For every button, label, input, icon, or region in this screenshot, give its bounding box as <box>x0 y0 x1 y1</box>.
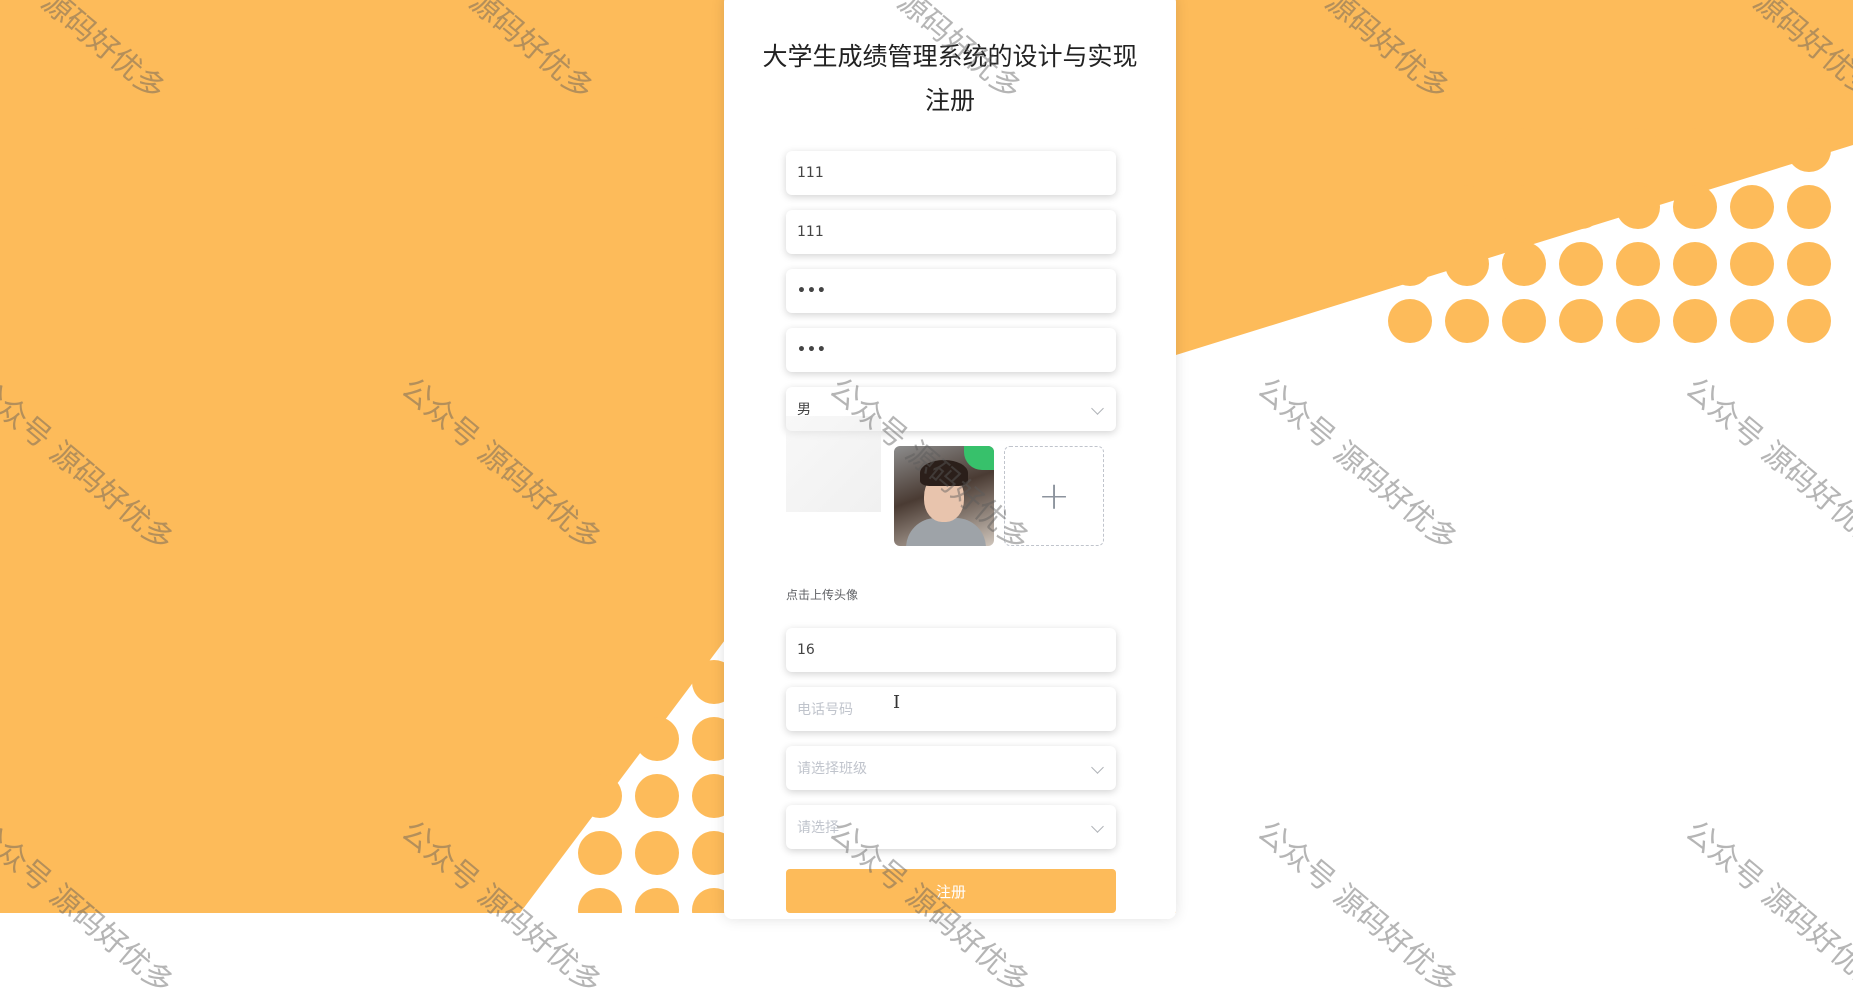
avatar-upload-hint: 点击上传头像 <box>786 588 859 602</box>
decorative-dot <box>1559 128 1603 172</box>
decorative-dot <box>1559 185 1603 229</box>
class-select[interactable]: 请选择班级 <box>786 746 1116 790</box>
plus-icon: + <box>1038 474 1070 518</box>
text-cursor-icon: I <box>893 692 901 713</box>
register-button[interactable]: 注册 <box>786 869 1116 913</box>
decorative-dot <box>1445 242 1489 286</box>
name-input[interactable]: 111 <box>786 210 1116 254</box>
confirm-password-input[interactable]: ••• <box>786 328 1116 372</box>
avatar-ghost-preview <box>786 416 881 512</box>
decorative-dot <box>1388 242 1432 286</box>
chevron-down-icon <box>1091 402 1104 415</box>
avatar-hair <box>920 460 968 486</box>
register-heading: 注册 <box>924 86 975 115</box>
age-input[interactable]: 16 <box>786 628 1116 672</box>
decorative-dot <box>1787 128 1831 172</box>
decorative-dot <box>1673 242 1717 286</box>
decorative-dot <box>635 831 679 875</box>
decorative-dot <box>1673 299 1717 343</box>
system-title: 大学生成绩管理系统的设计与实现 <box>762 42 1138 71</box>
decorative-dot <box>1559 242 1603 286</box>
decorative-dot <box>1787 71 1831 115</box>
decorative-dot <box>1616 299 1660 343</box>
decorative-dot <box>1502 128 1546 172</box>
decorative-dot <box>1502 185 1546 229</box>
class-select-placeholder: 请选择班级 <box>797 761 867 777</box>
decorative-dot <box>1787 185 1831 229</box>
decorative-dot <box>1445 185 1489 229</box>
chevron-down-icon <box>1091 820 1104 833</box>
decorative-dot <box>578 717 622 761</box>
decorative-dot <box>1502 299 1546 343</box>
decorative-dot <box>635 717 679 761</box>
decorative-dot <box>578 831 622 875</box>
decorative-dot <box>635 774 679 818</box>
decorative-dot <box>1616 242 1660 286</box>
avatar-bg-green <box>964 446 994 470</box>
decorative-dot <box>1502 242 1546 286</box>
decorative-dot <box>578 774 622 818</box>
phone-input[interactable]: 电话号码 <box>786 687 1116 731</box>
decorative-dot <box>1673 71 1717 115</box>
second-select-placeholder: 请选择 <box>797 820 839 836</box>
page-title: 大学生成绩管理系统的设计与实现 注册 <box>724 35 1176 123</box>
decorative-dot <box>1730 185 1774 229</box>
register-card: 大学生成绩管理系统的设计与实现 注册 111 111 ••• ••• 男 + 点… <box>724 0 1176 919</box>
decorative-dot <box>1559 299 1603 343</box>
decorative-dot <box>1616 71 1660 115</box>
decorative-dot <box>1730 71 1774 115</box>
decorative-dot <box>1730 242 1774 286</box>
avatar-image[interactable] <box>894 446 994 546</box>
decorative-dot <box>1730 299 1774 343</box>
account-input[interactable]: 111 <box>786 151 1116 195</box>
decorative-dot <box>1445 299 1489 343</box>
decorative-dot <box>1787 242 1831 286</box>
decorative-dot <box>1787 299 1831 343</box>
avatar-body <box>906 518 986 546</box>
chevron-down-icon <box>1091 761 1104 774</box>
second-select[interactable]: 请选择 <box>786 805 1116 849</box>
decorative-dot <box>1616 185 1660 229</box>
password-input[interactable]: ••• <box>786 269 1116 313</box>
decorative-dot <box>1730 128 1774 172</box>
decorative-dot <box>1616 128 1660 172</box>
decorative-dot <box>1673 185 1717 229</box>
decorative-dot <box>1673 128 1717 172</box>
decorative-dot <box>1388 299 1432 343</box>
avatar-upload-button[interactable]: + <box>1004 446 1104 546</box>
